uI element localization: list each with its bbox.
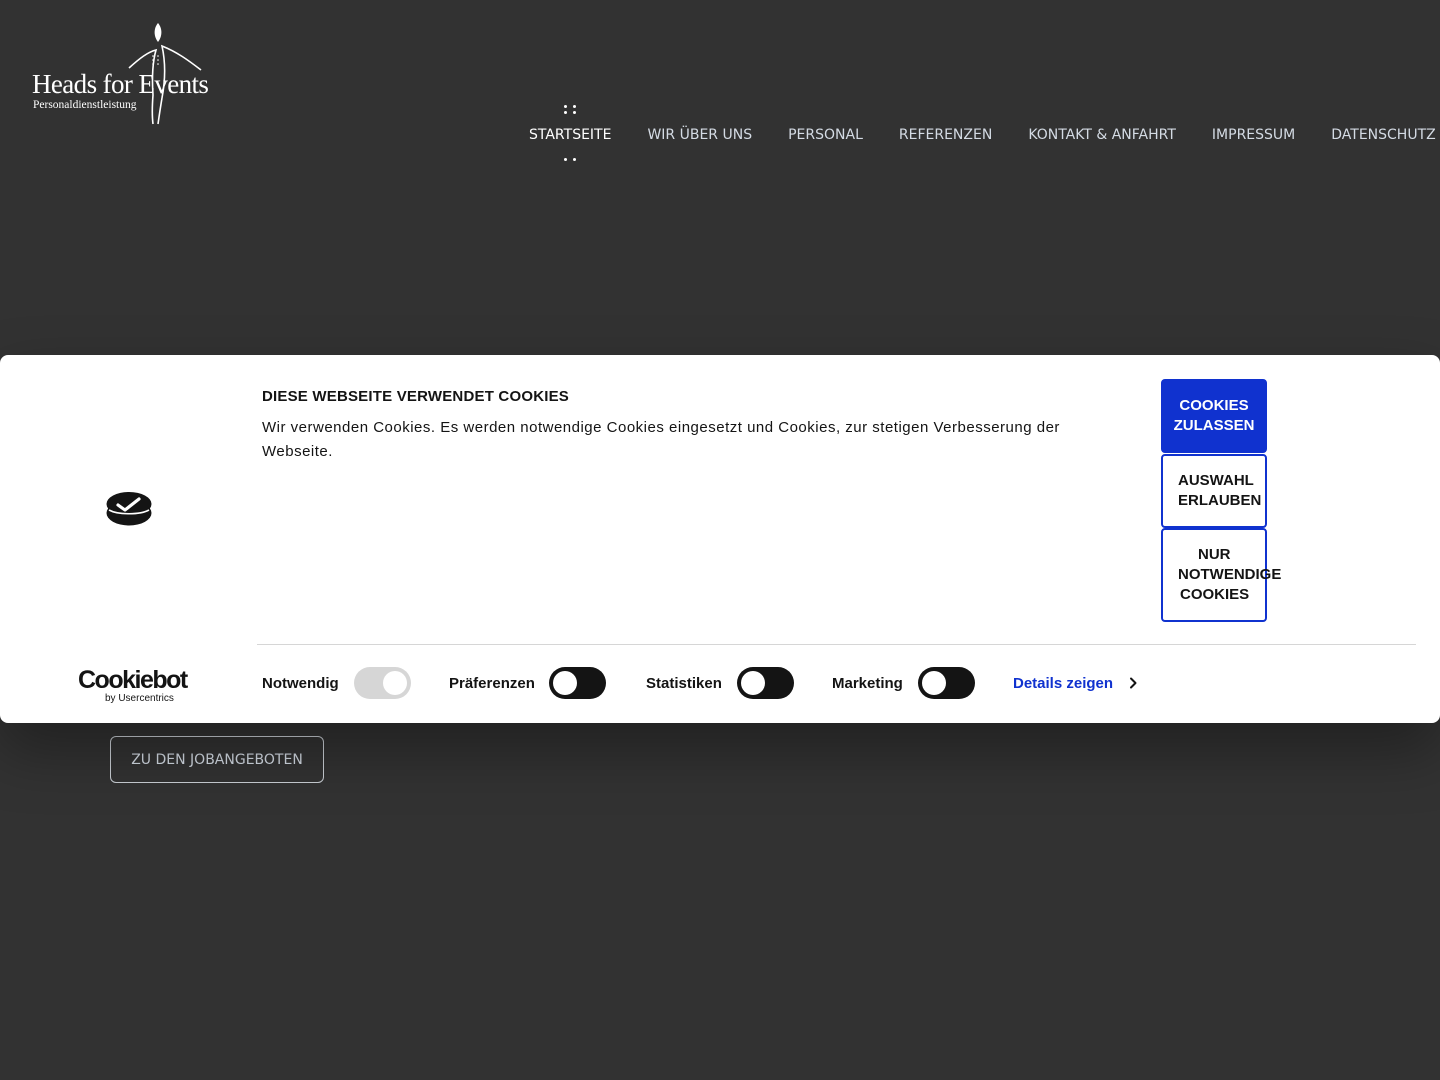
praeferenzen-switch[interactable] [548, 667, 606, 699]
nav-label: STARTSEITE [529, 127, 612, 143]
logo-name: Heads for Events [32, 69, 209, 99]
switch-knob [552, 671, 577, 695]
cookie-banner-title: DIESE WEBSEITE VERWENDET COOKIES [262, 388, 570, 405]
allow-all-cookies-button[interactable]: COOKIES ZULASSEN [1161, 379, 1267, 453]
button-line: COOKIES [1179, 397, 1249, 414]
cookie-consent-banner: DIESE WEBSEITE VERWENDET COOKIES Wir ver… [0, 355, 1440, 723]
details-label: Details zeigen [1013, 674, 1114, 692]
notwendig-switch [353, 667, 411, 699]
toggle-statistiken: Statistiken [646, 667, 794, 699]
button-line: ZULASSEN [1173, 417, 1255, 434]
main-navigation: STARTSEITE WIR ÜBER UNS PERSONAL REFEREN… [511, 105, 1440, 161]
cookiebot-brand-name: Cookiebot [78, 666, 188, 694]
nav-item-personal[interactable]: PERSONAL [770, 124, 881, 146]
nav-item-impressum[interactable]: IMPRESSUM [1194, 124, 1313, 146]
cookie-banner-text: Wir verwenden Cookies. Es werden notwend… [262, 419, 1060, 460]
toggle-notwendig: Notwendig [262, 667, 411, 699]
cookiebot-logo[interactable]: Cookiebot by Usercentrics [78, 668, 188, 704]
nav-label: PERSONAL [788, 127, 863, 143]
nav-item-startseite[interactable]: STARTSEITE [511, 105, 629, 161]
nav-item-datenschutz[interactable]: DATENSCHUTZ [1313, 124, 1440, 146]
active-indicator-top-2 [563, 111, 577, 115]
nav-item-kontakt-anfahrt[interactable]: KONTAKT & ANFAHRT [1010, 124, 1194, 146]
button-line: ERLAUBEN [1178, 492, 1262, 509]
statistiken-switch[interactable] [736, 667, 794, 699]
button-line: AUSWAHL [1178, 472, 1254, 489]
cookiebot-icon [106, 492, 152, 526]
toggle-label: Präferenzen [449, 674, 535, 692]
allow-selection-button[interactable]: AUSWAHL ERLAUBEN [1161, 454, 1267, 528]
button-line: NOTWENDIGE [1178, 566, 1282, 583]
switch-knob [382, 671, 407, 695]
toggle-label: Notwendig [262, 674, 339, 692]
site-logo[interactable]: Heads for Events Personaldienstleistung [32, 20, 246, 128]
cookiebot-brand-sub: by Usercentrics [105, 693, 174, 704]
chevron-right-icon [1130, 677, 1137, 689]
nav-item-referenzen[interactable]: REFERENZEN [881, 124, 1010, 146]
nav-item-wir-ueber-uns[interactable]: WIR ÜBER UNS [629, 124, 770, 146]
active-indicator-bottom [563, 158, 577, 162]
nav-label: WIR ÜBER UNS [647, 127, 753, 143]
button-line: COOKIES [1180, 586, 1250, 603]
nav-label: REFERENZEN [898, 127, 993, 143]
marketing-switch[interactable] [917, 667, 975, 699]
nav-label: DATENSCHUTZ [1331, 127, 1436, 143]
toggle-marketing: Marketing [832, 667, 975, 699]
nav-label: KONTAKT & ANFAHRT [1028, 127, 1176, 143]
toggle-praeferenzen: Präferenzen [449, 667, 606, 699]
toggle-label: Marketing [832, 674, 903, 692]
switch-knob [921, 671, 946, 695]
switch-knob [740, 671, 765, 695]
divider [257, 644, 1416, 645]
logo-tagline: Personaldienstleistung [33, 99, 137, 111]
job-offers-button[interactable]: ZU DEN JOBANGEBOTEN [110, 736, 324, 783]
necessary-cookies-only-button[interactable]: NUR NOTWENDIGE COOKIES [1161, 528, 1282, 622]
active-indicator-top [563, 105, 577, 109]
toggle-label: Statistiken [646, 674, 722, 692]
button-line: NUR [1198, 546, 1231, 563]
details-toggle-link[interactable]: Details zeigen [1013, 667, 1137, 699]
nav-label: IMPRESSUM [1211, 127, 1296, 143]
